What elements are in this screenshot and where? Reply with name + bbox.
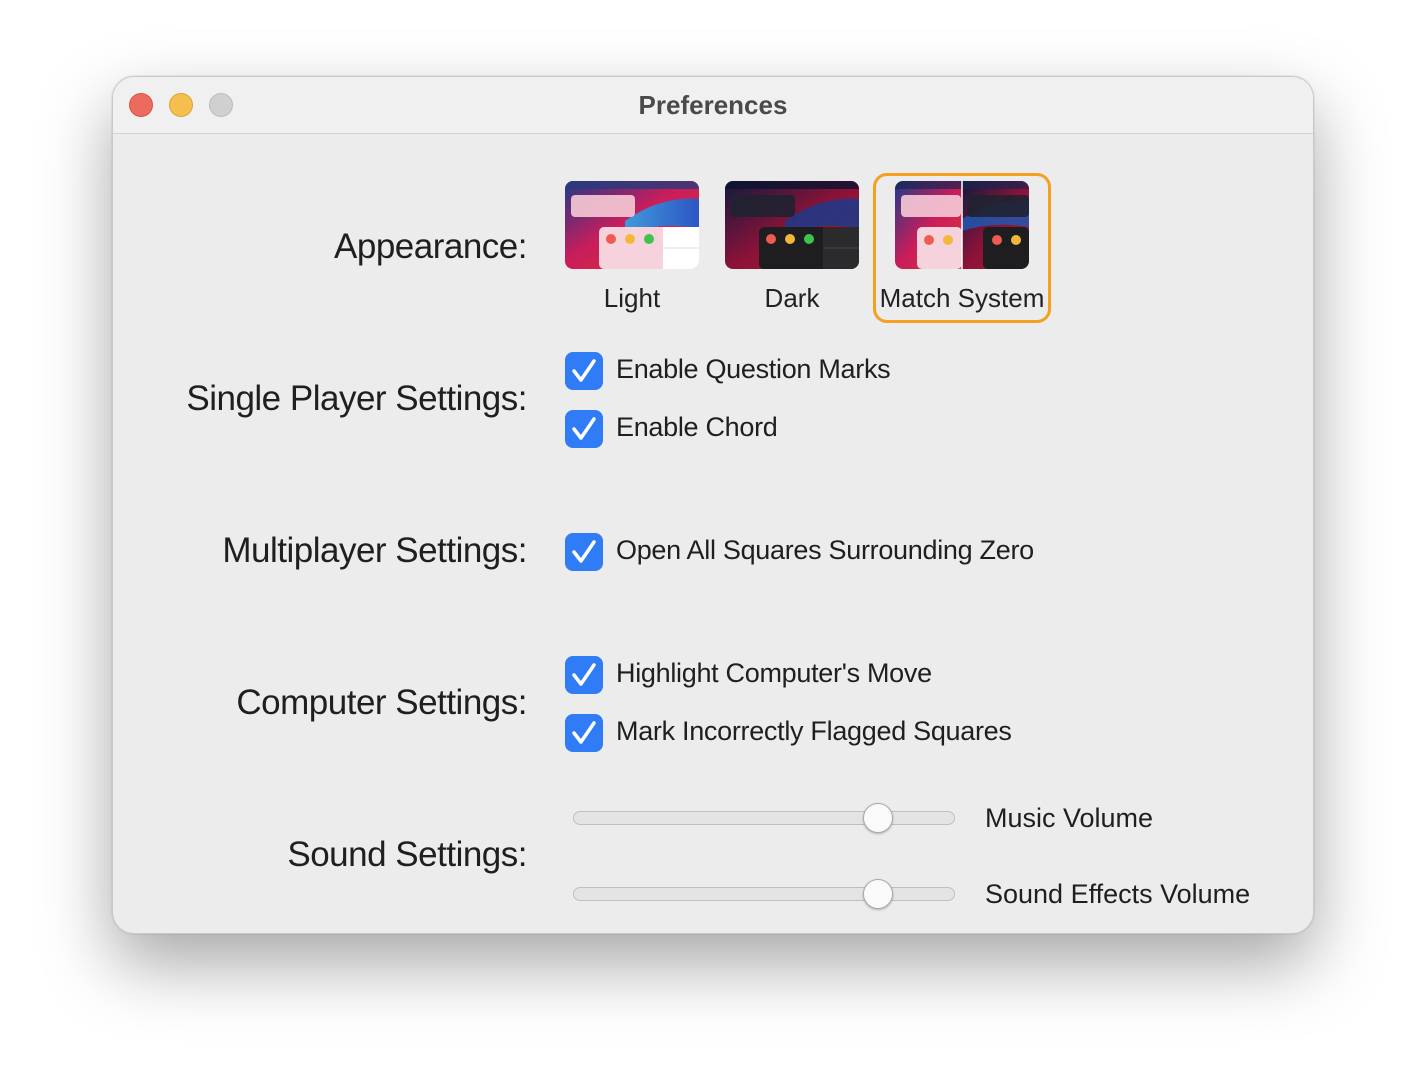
window-title: Preferences (638, 90, 788, 120)
checkbox-checked-icon[interactable] (565, 410, 603, 448)
title-bar: Preferences (113, 77, 1313, 134)
multiplayer-settings-label: Multiplayer Settings: (222, 531, 527, 570)
mark-incorrectly-flagged-label: Mark Incorrectly Flagged Squares (616, 716, 1012, 746)
enable-chord-label: Enable Chord (616, 412, 778, 442)
appearance-light-option[interactable] (565, 181, 699, 269)
checkbox-checked-icon[interactable] (565, 656, 603, 694)
appearance-label: Appearance: (334, 227, 527, 266)
sound-settings-label: Sound Settings: (287, 835, 527, 874)
match-system-preview-icon (895, 181, 1029, 269)
single-player-settings-label: Single Player Settings: (186, 379, 527, 418)
open-all-squares-label: Open All Squares Surrounding Zero (616, 535, 1034, 565)
checkbox-checked-icon[interactable] (565, 533, 603, 571)
sound-effects-volume-slider[interactable] (573, 879, 955, 909)
computer-settings-label: Computer Settings: (236, 683, 527, 722)
music-volume-label: Music Volume (985, 803, 1154, 833)
enable-question-marks-label: Enable Question Marks (616, 354, 891, 384)
light-mode-preview-icon (565, 181, 699, 269)
appearance-dark-label: Dark (764, 283, 820, 313)
appearance-dark-option[interactable] (725, 181, 859, 269)
preferences-window: Preferences Appearance: Light Dark Match… (112, 76, 1314, 934)
appearance-match-system-option[interactable] (895, 181, 1029, 269)
highlight-computers-move-label: Highlight Computer's Move (616, 658, 932, 688)
music-volume-slider-knob[interactable] (863, 803, 893, 833)
appearance-light-label: Light (603, 283, 661, 313)
dark-mode-preview-icon (725, 181, 859, 269)
sound-effects-volume-label: Sound Effects Volume (985, 879, 1251, 909)
appearance-match-system-label: Match System (879, 283, 1045, 313)
sound-effects-volume-slider-knob[interactable] (863, 879, 893, 909)
checkbox-checked-icon[interactable] (565, 352, 603, 390)
music-volume-slider[interactable] (573, 803, 955, 833)
checkbox-checked-icon[interactable] (565, 714, 603, 752)
